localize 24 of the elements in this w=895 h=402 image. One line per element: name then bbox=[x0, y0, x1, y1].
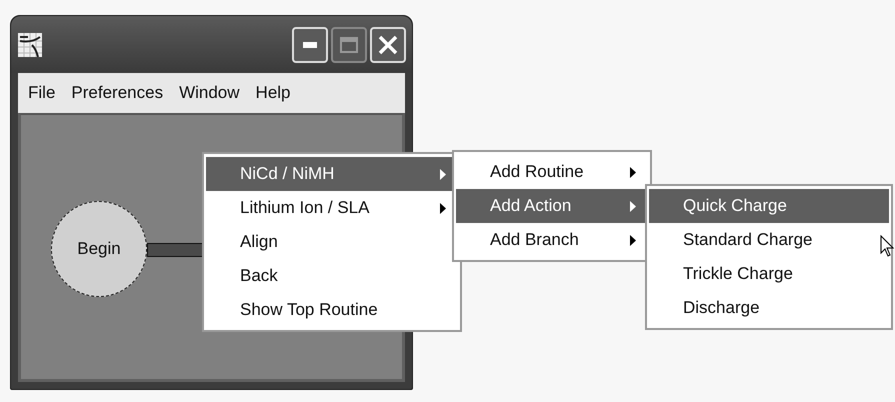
menu-item[interactable]: Preferences bbox=[63, 83, 172, 103]
submenu-arrow-icon bbox=[440, 168, 446, 180]
menu-item[interactable]: Add Branch bbox=[456, 223, 648, 257]
close-button[interactable] bbox=[370, 26, 406, 62]
node[interactable]: Begin bbox=[51, 201, 147, 297]
menu-item[interactable]: Back bbox=[206, 259, 458, 293]
menu-item[interactable]: Window bbox=[171, 83, 248, 103]
menu-item[interactable]: Add Action bbox=[456, 189, 648, 223]
menu-item[interactable]: Trickle Charge bbox=[649, 257, 889, 291]
menu-item[interactable]: Discharge bbox=[649, 291, 889, 325]
submenu-arrow-icon bbox=[630, 200, 636, 212]
submenu-arrow-icon bbox=[440, 202, 446, 214]
menu-item[interactable]: File bbox=[20, 83, 64, 103]
minimize-button[interactable] bbox=[292, 26, 328, 62]
minimize-icon bbox=[303, 42, 317, 48]
menu-item[interactable]: Quick Charge bbox=[649, 189, 889, 223]
submenu-arrow-icon bbox=[630, 166, 636, 178]
menu-item[interactable]: Add Routine bbox=[456, 155, 648, 189]
submenu-arrow-icon bbox=[630, 234, 636, 246]
menu-item[interactable]: Show Top Routine bbox=[206, 293, 458, 327]
menu-item[interactable]: Help bbox=[248, 83, 299, 103]
app-logo-icon bbox=[18, 32, 42, 56]
close-icon bbox=[378, 34, 398, 54]
maximize-icon bbox=[340, 36, 358, 52]
